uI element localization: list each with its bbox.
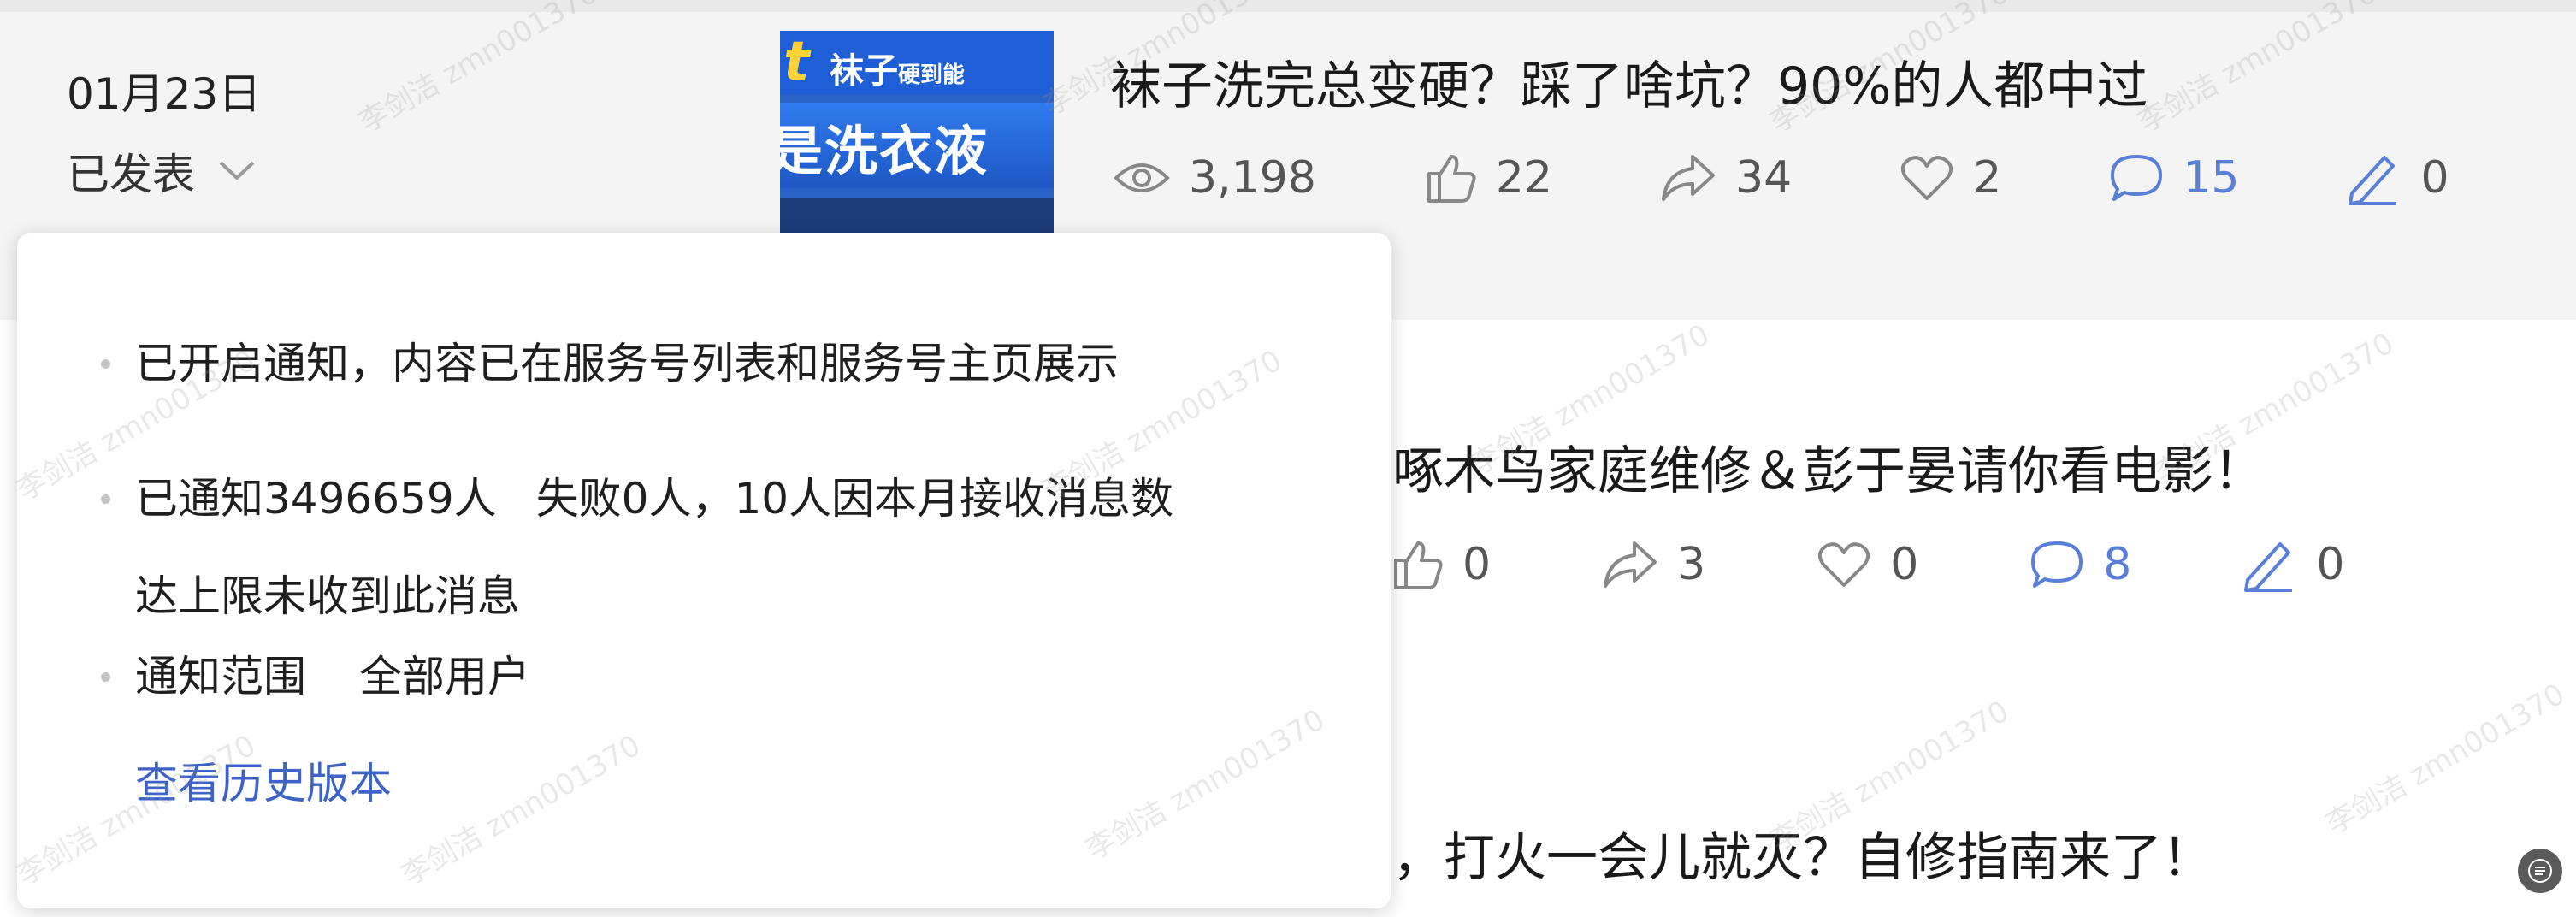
likes-count: 0 bbox=[1462, 539, 1492, 590]
favorites-count: 0 bbox=[1890, 539, 1919, 590]
bullet-dot bbox=[101, 672, 110, 682]
favorites-stat: 2 bbox=[1900, 152, 2001, 204]
notified-count: 已通知3496659人 bbox=[135, 474, 497, 524]
comments-stat[interactable]: 8 bbox=[2029, 539, 2131, 590]
pen-icon bbox=[2244, 542, 2293, 592]
scope-value: 全部用户 bbox=[359, 652, 530, 701]
views-stat: 3,198 bbox=[1114, 152, 1316, 204]
notification-scope: 通知范围 全部用户 bbox=[135, 628, 530, 725]
comments-stat[interactable]: 15 bbox=[2109, 152, 2239, 204]
views-count: 3,198 bbox=[1189, 152, 1316, 204]
article-stats: 3,198 22 34 2 15 0 bbox=[1114, 151, 2557, 205]
heart-icon bbox=[1901, 156, 1953, 200]
likes-stat: 0 bbox=[1391, 538, 1491, 591]
likes-stat: 22 bbox=[1424, 151, 1552, 204]
share-icon bbox=[1662, 155, 1716, 201]
notification-popover: 已开启通知，内容已在服务号列表和服务号主页展示 已通知3496659人 失败0人，… bbox=[17, 233, 1391, 908]
pen-icon bbox=[2349, 156, 2397, 205]
comment-icon bbox=[2031, 541, 2083, 588]
notification-result-text: 已通知3496659人 失败0人，10人因本月接收消息数 达上限未收到此消息 bbox=[135, 450, 1173, 645]
article-title[interactable]: 啄木鸟家庭维修＆彭于晏请你看电影！ bbox=[1392, 429, 2265, 504]
shares-count: 3 bbox=[1677, 539, 1706, 590]
view-history-link[interactable]: 查看历史版本 bbox=[135, 749, 392, 811]
eye-icon bbox=[1114, 163, 1170, 192]
article-title[interactable]: ，打火一会儿就灭？自修指南来了！ bbox=[1392, 816, 2213, 890]
edits-count: 0 bbox=[2420, 152, 2449, 204]
edits-count: 0 bbox=[2316, 539, 2345, 590]
thumb-text-2: 硬到能 bbox=[898, 62, 966, 88]
heart-icon bbox=[1818, 542, 1870, 587]
thumb-text-3: 是洗衣液 bbox=[780, 120, 990, 182]
comments-count: 8 bbox=[2103, 539, 2132, 590]
shares-stat: 3 bbox=[1602, 539, 1705, 590]
top-strip bbox=[0, 0, 2576, 12]
article-title[interactable]: 袜子洗完总变硬？踩了啥坑？90%的人都中过 bbox=[1110, 44, 2148, 119]
edits-stat[interactable]: 0 bbox=[2347, 151, 2449, 205]
publish-status-dropdown[interactable]: 已发表 bbox=[67, 140, 257, 202]
likes-count: 22 bbox=[1495, 152, 1553, 204]
publish-date: 01月23日 bbox=[67, 69, 262, 119]
thumbs-up-icon bbox=[1427, 155, 1476, 203]
bullet-dot bbox=[101, 359, 110, 369]
thumb-text-1: 袜子 bbox=[830, 51, 898, 91]
share-icon bbox=[1604, 541, 1657, 588]
favorites-count: 2 bbox=[1973, 152, 2002, 204]
thumbs-up-icon bbox=[1394, 541, 1443, 589]
shares-stat: 34 bbox=[1660, 152, 1792, 204]
edits-stat[interactable]: 0 bbox=[2242, 537, 2344, 592]
chevron-down-icon bbox=[219, 161, 255, 180]
failed-count: 失败0人，10人因本月接收消息数 bbox=[535, 474, 1174, 524]
comments-count: 15 bbox=[2183, 152, 2240, 204]
favorites-stat: 0 bbox=[1817, 539, 1918, 590]
publish-status-label: 已发表 bbox=[67, 150, 195, 199]
scope-label: 通知范围 bbox=[135, 652, 306, 701]
menu-icon bbox=[2528, 859, 2552, 883]
article-stats: 0 3 0 8 0 bbox=[1391, 537, 2455, 592]
floating-menu-button[interactable] bbox=[2518, 849, 2562, 893]
comment-icon bbox=[2111, 155, 2163, 201]
notification-status-text: 已开启通知，内容已在服务号列表和服务号主页展示 bbox=[135, 339, 1119, 388]
shares-count: 34 bbox=[1735, 152, 1793, 204]
article-thumbnail[interactable]: t 袜子硬到能 是洗衣液 bbox=[780, 31, 1054, 243]
notification-result-cont: 达上限未收到此消息 bbox=[135, 571, 520, 621]
bullet-dot bbox=[101, 494, 110, 504]
